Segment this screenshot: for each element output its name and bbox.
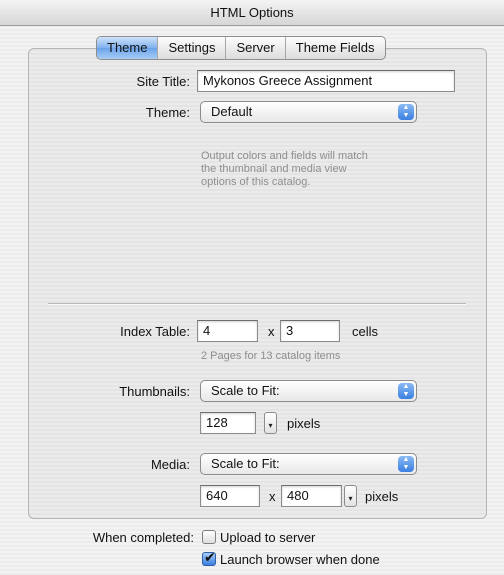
index-info: 2 Pages for 13 catalog items <box>201 350 341 362</box>
site-title-label: Site Title: <box>136 74 190 89</box>
tab-theme-fields[interactable]: Theme Fields <box>284 37 385 59</box>
thumbnail-unit-label: pixels <box>287 416 321 431</box>
index-table-label: Index Table: <box>120 324 190 339</box>
window-title: HTML Options <box>210 5 294 20</box>
media-height-field[interactable]: 480 <box>281 485 342 507</box>
thumbnails-mode-value: Scale to Fit: <box>211 383 280 398</box>
upload-label: Upload to server <box>220 530 316 545</box>
up-down-arrows-icon: ▲ ▼ <box>398 383 414 399</box>
window-titlebar: HTML Options <box>0 0 504 26</box>
up-down-arrows-icon: ▲ ▼ <box>398 104 414 120</box>
section-divider <box>48 303 466 305</box>
thumbnails-label: Thumbnails: <box>119 384 190 399</box>
upload-checkbox[interactable] <box>202 530 216 544</box>
tab-bar: Theme Settings Server Theme Fields <box>96 36 386 60</box>
media-unit-label: pixels <box>365 489 399 504</box>
media-mode-popup[interactable]: Scale to Fit: ▲ ▼ <box>200 453 417 475</box>
tab-theme[interactable]: Theme <box>97 37 158 59</box>
when-completed-label: When completed: <box>92 530 194 545</box>
thumbnail-size-stepper[interactable]: ▾ <box>264 412 277 434</box>
media-size-stepper[interactable]: ▾ <box>344 485 357 507</box>
index-rows-field[interactable]: 3 <box>280 320 340 342</box>
thumbnails-mode-popup[interactable]: Scale to Fit: ▲ ▼ <box>200 380 417 402</box>
launch-browser-label: Launch browser when done <box>220 552 380 567</box>
media-width-field[interactable]: 640 <box>200 485 260 507</box>
theme-label: Theme: <box>145 105 190 120</box>
launch-browser-checkbox[interactable]: ✔ <box>202 549 216 566</box>
media-label: Media: <box>150 457 190 472</box>
index-x-label: x <box>268 324 275 339</box>
theme-popup-value: Default <box>211 104 253 119</box>
media-x-label: x <box>269 489 276 504</box>
thumbnail-size-field[interactable]: 128 <box>200 412 256 434</box>
site-title-field[interactable]: Mykonos Greece Assignment <box>197 70 455 92</box>
tab-settings[interactable]: Settings <box>157 37 225 59</box>
media-mode-value: Scale to Fit: <box>211 456 280 471</box>
index-cols-field[interactable]: 4 <box>197 320 258 342</box>
theme-popup[interactable]: Default ▲ ▼ <box>200 101 417 123</box>
theme-description: Output colors and fields will match the … <box>201 150 368 188</box>
index-unit-label: cells <box>352 324 379 339</box>
up-down-arrows-icon: ▲ ▼ <box>398 456 414 472</box>
checkmark-icon: ✔ <box>204 549 216 565</box>
tab-server[interactable]: Server <box>225 37 284 59</box>
